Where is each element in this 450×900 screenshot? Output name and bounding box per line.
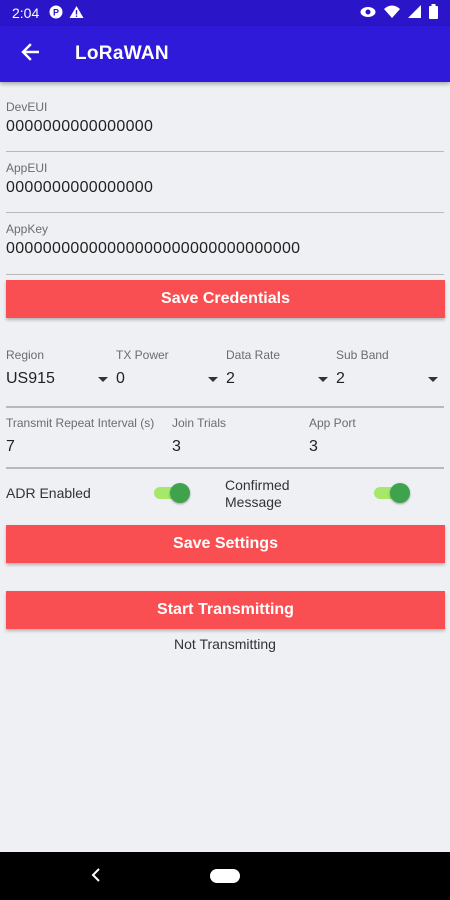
join-trials-value[interactable]: 3 bbox=[172, 438, 302, 456]
transmit-status: Not Transmitting bbox=[174, 636, 276, 652]
repeat-interval-field[interactable]: Transmit Repeat Interval (s) 7 bbox=[6, 416, 166, 456]
adr-enabled-label: ADR Enabled bbox=[6, 485, 91, 501]
divider bbox=[6, 467, 444, 469]
switch-thumb bbox=[390, 483, 410, 503]
region-spinner[interactable]: Region US915 bbox=[6, 348, 110, 394]
region-value: US915 bbox=[6, 370, 55, 387]
signal-icon bbox=[408, 5, 421, 21]
back-button[interactable] bbox=[0, 26, 60, 82]
start-transmitting-button[interactable]: Start Transmitting bbox=[6, 591, 445, 629]
wifi-icon bbox=[384, 5, 400, 21]
navigation-bar bbox=[0, 852, 450, 900]
dev-eui-value[interactable]: 0000000000000000 bbox=[6, 118, 444, 136]
status-bar: 2:04 P bbox=[0, 0, 450, 26]
switch-thumb bbox=[170, 483, 190, 503]
arrow-back-icon bbox=[21, 42, 40, 66]
join-trials-label: Join Trials bbox=[172, 416, 227, 430]
eye-icon bbox=[360, 5, 376, 21]
home-pill-icon[interactable] bbox=[210, 869, 240, 883]
region-label: Region bbox=[6, 348, 45, 362]
app-port-label: App Port bbox=[309, 416, 356, 430]
app-key-label: AppKey bbox=[6, 222, 49, 236]
data-rate-label: Data Rate bbox=[226, 348, 281, 362]
dropdown-arrow-icon bbox=[208, 377, 218, 382]
app-bar: LoRaWAN bbox=[0, 26, 450, 82]
confirmed-message-switch[interactable] bbox=[374, 483, 410, 503]
data-rate-spinner[interactable]: Data Rate 2 bbox=[226, 348, 330, 394]
dev-eui-field[interactable]: DevEUI 0000000000000000 bbox=[6, 100, 444, 152]
page-title: LoRaWAN bbox=[75, 43, 169, 64]
repeat-interval-value[interactable]: 7 bbox=[6, 438, 166, 456]
warning-icon bbox=[69, 5, 84, 22]
tx-power-spinner[interactable]: TX Power 0 bbox=[116, 348, 220, 394]
repeat-interval-label: Transmit Repeat Interval (s) bbox=[6, 416, 155, 430]
battery-icon bbox=[429, 4, 438, 22]
tx-power-label: TX Power bbox=[116, 348, 169, 362]
app-eui-field[interactable]: AppEUI 0000000000000000 bbox=[6, 161, 444, 213]
app-eui-label: AppEUI bbox=[6, 161, 48, 175]
confirmed-message-label: Confirmed Message bbox=[225, 477, 290, 510]
dev-eui-label: DevEUI bbox=[6, 100, 48, 114]
app-notification-icon: P bbox=[49, 5, 63, 22]
save-credentials-button[interactable]: Save Credentials bbox=[6, 280, 445, 318]
app-key-value[interactable]: 00000000000000000000000000000000 bbox=[6, 240, 444, 258]
tx-power-value: 0 bbox=[116, 370, 125, 387]
app-port-value[interactable]: 3 bbox=[309, 438, 439, 456]
app-port-field[interactable]: App Port 3 bbox=[309, 416, 439, 456]
data-rate-value: 2 bbox=[226, 370, 235, 387]
app-eui-value[interactable]: 0000000000000000 bbox=[6, 179, 444, 197]
sub-band-label: Sub Band bbox=[336, 348, 389, 362]
adr-enabled-switch[interactable] bbox=[154, 483, 190, 503]
save-settings-button[interactable]: Save Settings bbox=[6, 525, 445, 563]
svg-text:P: P bbox=[53, 7, 59, 17]
dropdown-arrow-icon bbox=[428, 377, 438, 382]
sub-band-value: 2 bbox=[336, 370, 345, 387]
dropdown-arrow-icon bbox=[318, 377, 328, 382]
status-time: 2:04 bbox=[12, 5, 40, 21]
join-trials-field[interactable]: Join Trials 3 bbox=[172, 416, 302, 456]
divider bbox=[6, 406, 444, 408]
app-key-field[interactable]: AppKey 00000000000000000000000000000000 bbox=[6, 222, 444, 275]
dropdown-arrow-icon bbox=[98, 377, 108, 382]
sub-band-spinner[interactable]: Sub Band 2 bbox=[336, 348, 440, 394]
nav-back-icon[interactable] bbox=[91, 868, 101, 887]
